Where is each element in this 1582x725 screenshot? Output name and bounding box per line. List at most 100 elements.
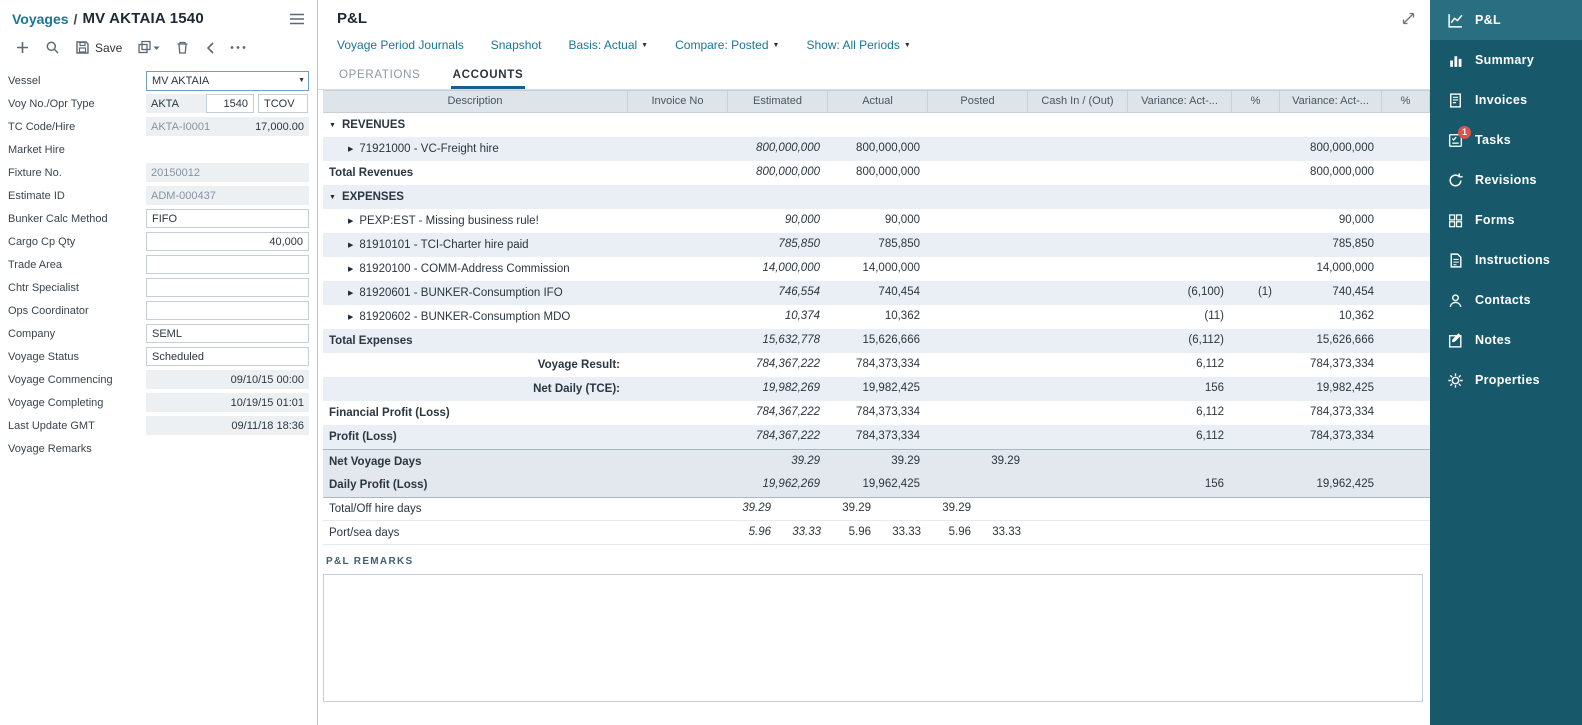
cell-invoice xyxy=(628,209,728,233)
expand-triangle-icon[interactable]: ▶ xyxy=(348,265,353,273)
cell-estimated: 90,000 xyxy=(728,209,828,233)
field-label: Voyage Commencing xyxy=(8,374,146,386)
cell-invoice xyxy=(628,113,728,137)
expand-triangle-icon[interactable]: ▶ xyxy=(348,241,353,249)
row-label: Financial Profit (Loss) xyxy=(329,407,450,419)
table-row: Financial Profit (Loss)784,367,222784,37… xyxy=(323,401,1430,425)
table-row[interactable]: ▶81920602 - BUNKER-Consumption MDO10,374… xyxy=(323,305,1430,329)
table-row[interactable]: ▶71921000 - VC-Freight hire800,000,00080… xyxy=(323,137,1430,161)
sidebar-item-p-l[interactable]: P&L xyxy=(1430,0,1582,40)
pnl-grid: DescriptionInvoice NoEstimatedActualPost… xyxy=(323,90,1430,545)
ops-coordinator-field[interactable] xyxy=(146,301,309,320)
cell-posted xyxy=(928,257,1028,281)
table-row[interactable]: ▶PEXP:EST - Missing business rule!90,000… xyxy=(323,209,1430,233)
cell-estimated: 784,367,222 xyxy=(728,353,828,377)
breadcrumb: Voyages / MV AKTAIA 1540 xyxy=(0,0,317,31)
voy-no-opr-type-code-field: AKTA xyxy=(146,94,206,113)
cell-pct1 xyxy=(1232,305,1280,329)
tab-accounts[interactable]: ACCOUNTS xyxy=(451,62,526,89)
add-icon[interactable] xyxy=(15,40,30,55)
pnl-remarks-textarea[interactable] xyxy=(323,574,1423,702)
field-label: Voyage Remarks xyxy=(8,443,146,455)
bunker-calc-method-field[interactable]: FIFO xyxy=(146,209,309,228)
row-label: 81920602 - BUNKER-Consumption MDO xyxy=(359,311,570,323)
sidebar-item-instructions[interactable]: Instructions xyxy=(1430,240,1582,280)
column-header-actual: Actual xyxy=(828,91,928,112)
voyage-status-field[interactable]: Scheduled xyxy=(146,347,309,366)
voy-no-opr-type-type-field[interactable]: TCOV xyxy=(258,94,308,113)
cell-pct2 xyxy=(1382,473,1430,497)
collapse-triangle-icon[interactable]: ▼ xyxy=(329,122,336,129)
chtr-specialist-field[interactable] xyxy=(146,278,309,297)
sidebar-item-properties[interactable]: Properties xyxy=(1430,360,1582,400)
field-label: Voyage Status xyxy=(8,351,146,363)
cell-variance1 xyxy=(1128,257,1232,281)
table-row[interactable]: ▼REVENUES xyxy=(323,113,1430,137)
collapse-window-icon[interactable] xyxy=(1401,11,1416,26)
row-description: Total Expenses xyxy=(323,329,628,353)
trade-area-field[interactable] xyxy=(146,255,309,274)
show-all-periods-button[interactable]: Show: All Periods▼ xyxy=(806,38,910,52)
tab-operations[interactable]: OPERATIONS xyxy=(337,62,423,89)
copy-dropdown-icon[interactable] xyxy=(137,40,160,55)
sidebar-item-contacts[interactable]: Contacts xyxy=(1430,280,1582,320)
pnl-icon xyxy=(1447,12,1464,29)
sidebar-item-notes[interactable]: Notes xyxy=(1430,320,1582,360)
expand-triangle-icon[interactable]: ▶ xyxy=(348,217,353,225)
company-field[interactable]: SEML xyxy=(146,324,309,343)
cell-sub-value: 39.29 xyxy=(728,497,778,521)
cell-invoice xyxy=(628,521,728,545)
expand-triangle-icon[interactable]: ▶ xyxy=(348,289,353,297)
breadcrumb-voyages-link[interactable]: Voyages xyxy=(12,11,69,27)
compare-posted-button[interactable]: Compare: Posted▼ xyxy=(675,38,779,52)
cell-pct1 xyxy=(1232,353,1280,377)
sidebar-item-forms[interactable]: Forms xyxy=(1430,200,1582,240)
voyage-period-journals-button[interactable]: Voyage Period Journals xyxy=(337,38,464,52)
save-button[interactable]: Save xyxy=(75,40,122,55)
sidebar-item-tasks[interactable]: 1Tasks xyxy=(1430,120,1582,160)
cell-variance2: 90,000 xyxy=(1280,209,1382,233)
cell-invoice xyxy=(628,185,728,209)
form-row-ops-coordinator: Ops Coordinator xyxy=(8,299,309,322)
sidebar-item-revisions[interactable]: Revisions xyxy=(1430,160,1582,200)
cell-actual: 784,373,334 xyxy=(828,425,928,449)
table-row[interactable]: ▶81920601 - BUNKER-Consumption IFO746,55… xyxy=(323,281,1430,305)
basis-actual-button[interactable]: Basis: Actual▼ xyxy=(568,38,648,52)
cell-pct1 xyxy=(1232,521,1280,545)
row-description: Profit (Loss) xyxy=(323,425,628,449)
table-row[interactable]: ▼EXPENSES xyxy=(323,185,1430,209)
cell-pct1 xyxy=(1232,377,1280,401)
search-icon[interactable] xyxy=(45,40,60,55)
row-label: 81920100 - COMM-Address Commission xyxy=(359,263,569,275)
cell-actual: 800,000,000 xyxy=(828,137,928,161)
cell-cash xyxy=(1028,353,1128,377)
table-row[interactable]: ▶81910101 - TCI-Charter hire paid785,850… xyxy=(323,233,1430,257)
more-options-icon[interactable] xyxy=(230,45,246,50)
voyage-toolbar: Save xyxy=(0,31,317,65)
cell-sub-value: 39.29 xyxy=(828,497,878,521)
sidebar-item-summary[interactable]: Summary xyxy=(1430,40,1582,80)
cell-pct1 xyxy=(1232,161,1280,185)
snapshot-button[interactable]: Snapshot xyxy=(491,38,542,52)
menu-icon[interactable] xyxy=(289,13,305,25)
field-label: Vessel xyxy=(8,75,146,87)
cargo-cp-qty-field[interactable]: 40,000 xyxy=(146,232,309,251)
table-row: Total/Off hire days39.2939.2939.29 xyxy=(323,497,1430,521)
expand-triangle-icon[interactable]: ▶ xyxy=(348,145,353,153)
cell-posted: 39.29 xyxy=(928,450,1028,474)
column-header-: % xyxy=(1382,91,1430,112)
cell-variance1 xyxy=(1128,233,1232,257)
sidebar-item-invoices[interactable]: Invoices xyxy=(1430,80,1582,120)
cell-actual: 740,454 xyxy=(828,281,928,305)
voy-no-opr-type-number-field[interactable]: 1540 xyxy=(206,94,254,113)
cell-posted xyxy=(928,161,1028,185)
cell-invoice xyxy=(628,473,728,497)
table-row[interactable]: ▶81920100 - COMM-Address Commission14,00… xyxy=(323,257,1430,281)
collapse-panel-icon[interactable] xyxy=(205,41,215,55)
expand-triangle-icon[interactable]: ▶ xyxy=(348,313,353,321)
cell-actual: 785,850 xyxy=(828,233,928,257)
cell-sub-value: 5.96 xyxy=(928,521,978,545)
collapse-triangle-icon[interactable]: ▼ xyxy=(329,194,336,201)
delete-icon[interactable] xyxy=(175,40,190,55)
vessel-select[interactable]: MV AKTAIA▼ xyxy=(146,71,309,91)
